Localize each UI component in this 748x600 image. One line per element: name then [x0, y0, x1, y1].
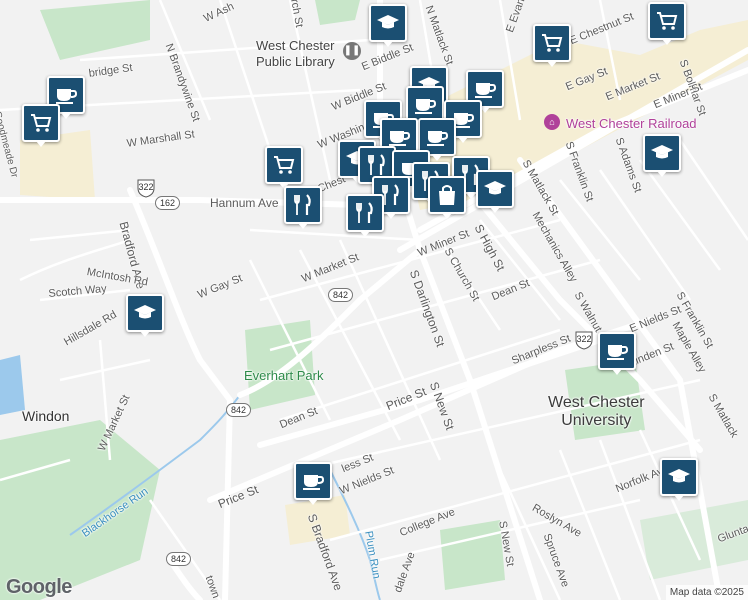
coffee-cup-icon — [303, 475, 325, 490]
fork-knife-icon — [356, 202, 373, 223]
shopping-cart-icon — [542, 34, 563, 52]
map-canvas[interactable]: W Ash bridge St rch St N Brandywine St W… — [0, 0, 748, 600]
school-pin[interactable] — [476, 170, 514, 213]
fork-knife-icon — [368, 154, 385, 175]
shopping-cart-icon — [274, 156, 295, 174]
cafe-pin[interactable] — [294, 462, 332, 505]
place-label-windon: Windon — [22, 408, 70, 424]
shopping-cart-icon — [31, 114, 52, 132]
restaurant-pin[interactable] — [346, 194, 384, 237]
coffee-cup-icon — [607, 345, 629, 360]
train-icon[interactable]: ⌂ — [544, 114, 560, 130]
graduation-cap-icon — [134, 305, 156, 319]
book-icon[interactable]: ❚❚ — [343, 42, 361, 60]
google-logo: Google — [6, 576, 72, 598]
school-pin[interactable] — [126, 294, 164, 337]
route-shield-162: 162 — [155, 196, 181, 210]
place-label-railroad[interactable]: West Chester Railroad — [566, 116, 697, 131]
route-shield-842-c: 842 — [166, 552, 192, 566]
shopping-pin[interactable] — [265, 146, 303, 189]
school-pin[interactable] — [643, 134, 681, 177]
route-shield-842-a: 842 — [328, 288, 354, 302]
route-shield-us322-b: 322 — [574, 330, 594, 350]
shopping-cart-icon — [657, 12, 678, 30]
graduation-cap-icon — [377, 15, 399, 29]
shopping-pin[interactable] — [533, 24, 571, 67]
shopping-bag-icon — [439, 185, 455, 205]
graduation-cap-icon — [651, 145, 673, 159]
restaurant-pin[interactable] — [284, 186, 322, 229]
shopping-pin[interactable] — [22, 104, 60, 147]
route-shield-us322-a: 322 — [136, 178, 156, 198]
place-label-university[interactable]: West Chester University — [548, 394, 645, 430]
fork-knife-icon — [294, 194, 311, 215]
school-pin[interactable] — [369, 4, 407, 47]
map-attribution[interactable]: Map data ©2025 — [665, 585, 748, 600]
coffee-cup-icon — [415, 99, 437, 114]
shopping-pin[interactable] — [648, 2, 686, 45]
graduation-cap-icon — [668, 469, 690, 483]
cafe-pin[interactable] — [598, 332, 636, 375]
coffee-cup-icon — [427, 131, 449, 146]
route-shield-842-b: 842 — [226, 403, 252, 417]
coffee-cup-icon — [475, 83, 497, 98]
place-label-library[interactable]: West Chester Public Library — [256, 38, 335, 70]
school-pin[interactable] — [660, 458, 698, 501]
shop-pin[interactable] — [428, 176, 466, 219]
graduation-cap-icon — [484, 181, 506, 195]
place-label-everhart[interactable]: Everhart Park — [244, 368, 323, 383]
street-label-hannum: Hannum Ave — [210, 196, 279, 210]
